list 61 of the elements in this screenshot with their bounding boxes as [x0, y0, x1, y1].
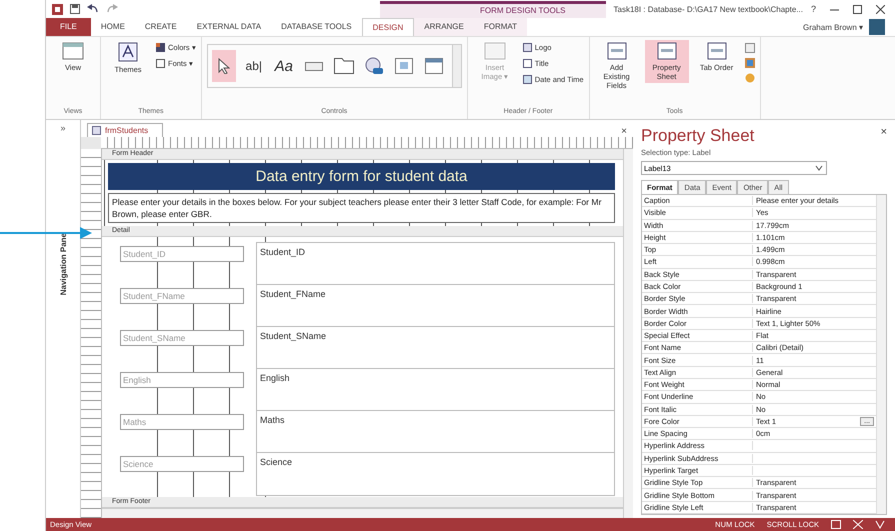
folder-icon [334, 58, 354, 74]
form-title-label[interactable]: Data entry form for student data [108, 163, 615, 190]
tool-icon [706, 42, 727, 60]
code-icon[interactable] [744, 58, 755, 68]
button-icon [304, 62, 323, 70]
logo-icon [522, 43, 532, 52]
ribbon-tab[interactable]: CREATE [134, 18, 187, 36]
window-title: Task18I : Database- D:\GA17 New textbook\Chapte... [614, 4, 803, 14]
contextual-tab-label: FORM DESIGN TOOLS [380, 0, 606, 18]
themes-icon [118, 42, 138, 62]
ribbon-tab[interactable]: HOME [90, 18, 135, 36]
text-box-control[interactable]: Science [256, 452, 615, 496]
close-button[interactable]: × [880, 126, 887, 138]
text-box-tool-button[interactable]: ab| [242, 50, 266, 82]
file-tab[interactable]: FILE [46, 18, 91, 36]
text-box-control[interactable]: English [256, 368, 615, 412]
tool-icon [606, 42, 627, 60]
text-box-control[interactable]: Maths [256, 410, 615, 454]
title-icon [522, 59, 532, 68]
text-box-control[interactable]: Student_FName [256, 284, 615, 328]
cursor-icon [218, 58, 230, 74]
save-icon[interactable] [70, 4, 80, 14]
ribbon-tab[interactable]: ARRANGE [414, 18, 474, 36]
tool-icon [656, 42, 677, 60]
restore-icon[interactable] [853, 4, 862, 14]
calendar-icon [522, 75, 532, 84]
vertical-scroll-bar[interactable] [623, 149, 633, 518]
form-view-icon[interactable] [831, 520, 841, 529]
font-icon [156, 59, 165, 68]
ribbon-tab[interactable]: DESIGN [362, 18, 414, 36]
gallery-scroll-bar[interactable] [452, 45, 461, 87]
document-tab[interactable]: frmStudents [87, 123, 164, 137]
ribbon-tab[interactable]: FORMAT [474, 18, 528, 36]
text-box-control[interactable]: Student_ID [256, 242, 615, 286]
palette-icon [156, 43, 165, 52]
ribbon-tab[interactable]: DATABASE TOOLS [271, 18, 362, 36]
frame-icon [394, 58, 413, 74]
select-pointer-button[interactable] [212, 50, 236, 82]
navigation-pane-label: Navigation Pane [58, 233, 68, 296]
instructions-label[interactable]: Please enter your details in the boxes below. For your subject teachers please enter their 3 letter Staff Code, for example: For Mr Brown, please enter GBR. [108, 193, 615, 224]
globe-icon [364, 57, 383, 75]
undo-icon[interactable] [87, 4, 99, 14]
user-name[interactable]: Graham Brown ▾ [802, 22, 863, 32]
horizontal-scroll-bar[interactable] [102, 508, 623, 518]
label-tool-button[interactable]: Aa [272, 50, 296, 82]
text-box-control[interactable]: Student_SName [256, 326, 615, 370]
image-icon [484, 42, 506, 60]
window-icon [424, 58, 443, 74]
app-logo-icon [52, 4, 63, 14]
vertical-scroll-bar[interactable] [876, 195, 886, 514]
property-sheet-title: Property Sheet [641, 126, 754, 146]
form-icon [92, 126, 101, 135]
redo-icon[interactable] [106, 4, 118, 14]
form-view-icon [62, 42, 84, 60]
caret-icon [814, 164, 824, 172]
close-button[interactable]: × [621, 126, 627, 137]
ribbon-tab[interactable]: EXTERNAL DATA [186, 18, 272, 36]
expand-button[interactable]: » [60, 123, 66, 133]
close-icon[interactable] [876, 4, 885, 14]
help-button[interactable]: ? [810, 4, 816, 14]
subform-icon[interactable] [744, 43, 755, 53]
